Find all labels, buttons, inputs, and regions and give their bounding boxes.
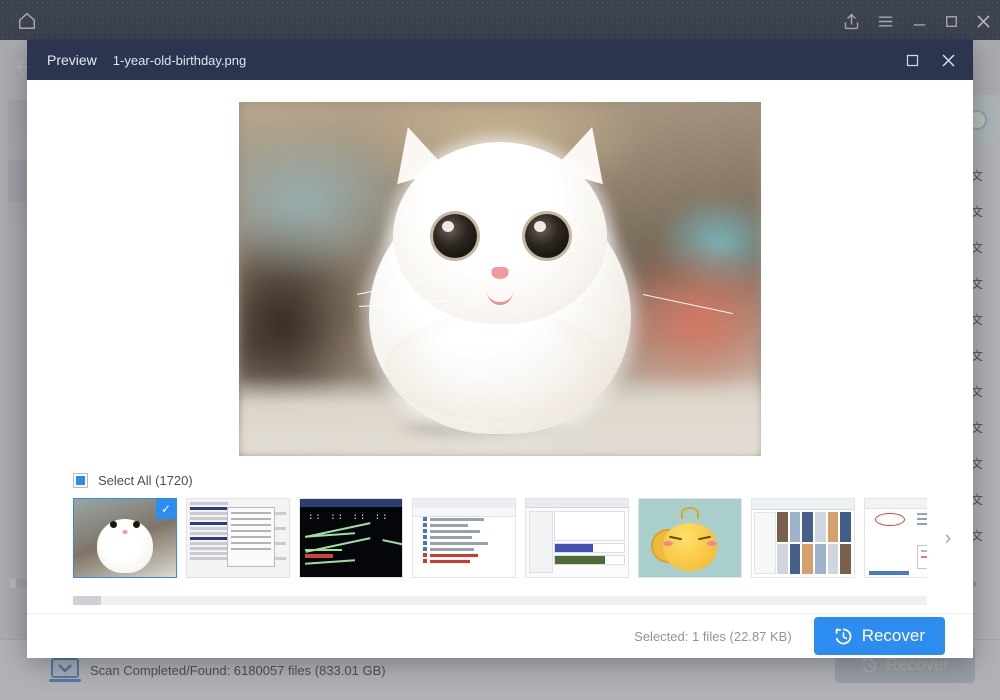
- select-all-row[interactable]: Select All (1720): [27, 460, 973, 498]
- thumb-cat-eye: [110, 521, 117, 528]
- thumb-device-manager[interactable]: [412, 498, 516, 578]
- preview-dialog: Preview 1-year-old-birthday.png: [27, 40, 973, 658]
- thumbnail-scrollbar-track[interactable]: [73, 596, 927, 605]
- cat-eye-right: [525, 214, 569, 258]
- thumb-file-explorer[interactable]: [751, 498, 855, 578]
- thumb-mascot-sprout: [681, 507, 699, 519]
- thumb-cat-nose: [123, 530, 128, 534]
- restore-clock-icon: [834, 627, 853, 646]
- thumb-mascot-face: [663, 523, 717, 571]
- thumb-disk-management[interactable]: [186, 498, 290, 578]
- preview-dialog-footer: Selected: 1 files (22.87 KB) Recover: [27, 613, 973, 658]
- dialog-maximize-icon[interactable]: [899, 47, 925, 73]
- recover-button-label: Recover: [862, 626, 925, 646]
- thumb-google-drive-bin[interactable]: [864, 498, 927, 578]
- thumb-yellow-mascot[interactable]: [638, 498, 742, 578]
- select-all-checkbox[interactable]: [73, 473, 88, 488]
- thumb-terminal-console[interactable]: :: :: :: ::: [299, 498, 403, 578]
- thumb-annotation-note: [917, 513, 927, 528]
- preview-image-area: [27, 80, 973, 460]
- preview-dialog-title: Preview: [47, 52, 97, 68]
- thumb-file-dialog[interactable]: [525, 498, 629, 578]
- preview-dialog-header: Preview 1-year-old-birthday.png: [27, 40, 973, 80]
- cat-mouth: [487, 278, 513, 305]
- thumb-annotation-circle: [875, 513, 905, 526]
- thumbnail-next-button[interactable]: ›: [937, 526, 959, 552]
- cat-fur-fluff: [385, 312, 615, 422]
- thumb-cat-eye: [133, 521, 140, 528]
- thumb-terminal-text: :: :: :: ::: [308, 512, 390, 522]
- thumb-white-kitten[interactable]: ✓: [73, 498, 177, 578]
- preview-filename: 1-year-old-birthday.png: [113, 53, 246, 68]
- app-root: 片文 片文 片文 片文 片文 片文 片文 片文 片文 片文 片文 ›: [0, 0, 1000, 700]
- thumb-context-menu: [227, 507, 275, 567]
- thumbnail-scrollbar-thumb[interactable]: [73, 596, 101, 605]
- preview-image: [239, 102, 761, 456]
- selected-files-text: Selected: 1 files (22.87 KB): [634, 629, 792, 644]
- cat-eye-left: [433, 214, 477, 258]
- thumbnail-strip[interactable]: ✓ :: :: :: ::: [73, 498, 927, 580]
- thumb-cat-shape: [97, 519, 153, 573]
- recover-button[interactable]: Recover: [814, 617, 945, 655]
- check-icon: ✓: [156, 499, 176, 519]
- thumb-mascot-blush: [707, 541, 717, 546]
- thumb-context-menu: [917, 545, 927, 569]
- thumb-mascot-blush: [663, 541, 673, 546]
- thumbnail-strip-wrapper: ✓ :: :: :: ::: [27, 498, 973, 590]
- dialog-close-icon[interactable]: [935, 47, 961, 73]
- preview-dialog-body: Select All (1720) ✓: [27, 80, 973, 658]
- select-all-label: Select All (1720): [98, 473, 193, 488]
